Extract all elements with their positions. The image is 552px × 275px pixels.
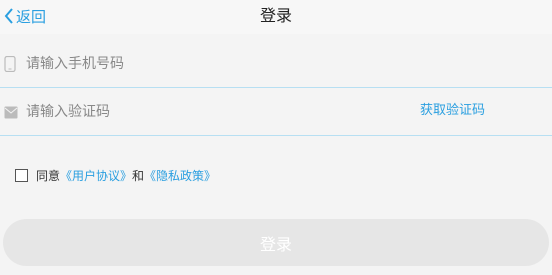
page-title: 登录 bbox=[259, 6, 292, 25]
privacy-policy-link[interactable]: 《隐私政策》 bbox=[144, 167, 216, 184]
user-agreement-link[interactable]: 《用户协议》 bbox=[60, 167, 132, 184]
agree-prefix: 同意 bbox=[36, 168, 61, 183]
phone-icon bbox=[4, 56, 16, 72]
get-code-button[interactable]: 获取验证码 bbox=[420, 102, 485, 120]
agree-checkbox[interactable] bbox=[15, 168, 28, 182]
agreement-row: 同意 《用户协议》 和 《隐私政策》 bbox=[15, 166, 216, 184]
code-divider bbox=[0, 135, 552, 136]
header-bar: 返回 登录 bbox=[0, 0, 552, 34]
phone-row bbox=[0, 40, 552, 88]
phone-input[interactable] bbox=[26, 52, 386, 76]
code-input[interactable] bbox=[26, 100, 386, 124]
agree-and: 和 bbox=[132, 168, 145, 183]
message-icon bbox=[4, 106, 18, 119]
login-button[interactable]: 登录 bbox=[3, 219, 549, 266]
